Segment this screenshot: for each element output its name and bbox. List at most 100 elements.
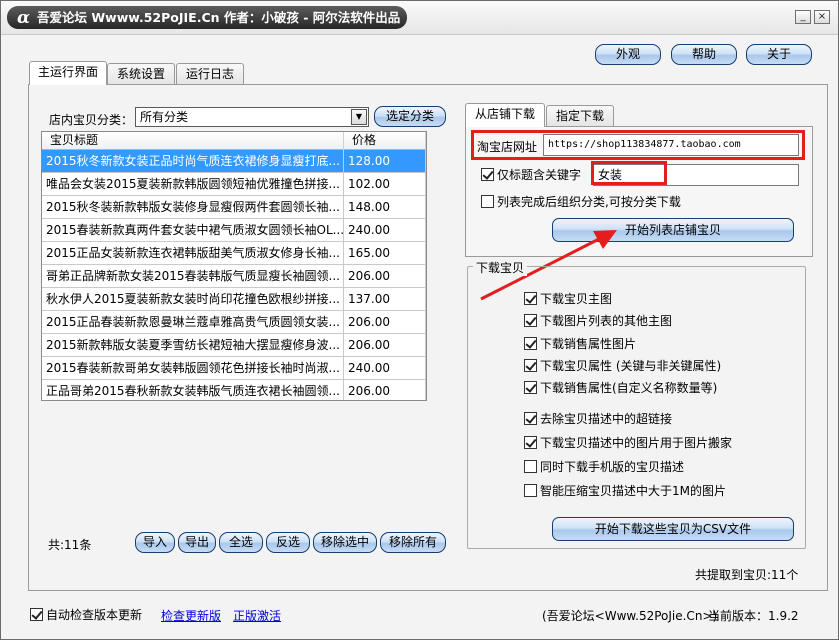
chevron-down-icon[interactable]: ▼	[351, 109, 367, 125]
title-bar: α 吾爱论坛 Wwww.52PoJIE.Cn 作者：小破孩 - 阿尔法软件出品 …	[1, 1, 838, 35]
help-button[interactable]: 帮助	[671, 44, 737, 65]
download-option-checkbox[interactable]	[524, 460, 537, 473]
row-title: 2015秋冬装新款韩版女装修身显瘦假两件套圆领长袖...	[42, 196, 344, 218]
auto-check-update-checkbox[interactable]: 自动检查版本更新	[30, 607, 142, 623]
download-option-label: 下载宝贝主图	[540, 292, 613, 306]
download-option-checkbox[interactable]	[524, 359, 537, 372]
category-label: 店内宝贝分类：	[49, 113, 134, 127]
window-title: α 吾爱论坛 Wwww.52PoJIE.Cn 作者：小破孩 - 阿尔法软件出品	[7, 6, 407, 29]
download-group-title: 下载宝贝	[473, 259, 528, 276]
tab-settings[interactable]: 系统设置	[107, 63, 175, 85]
download-option-label: 下载图片列表的其他主图	[540, 314, 673, 328]
remove-selected-button[interactable]: 移除选中	[313, 532, 377, 553]
download-option-label: 下载销售属性图片	[540, 337, 637, 351]
download-option[interactable]: 下载销售属性图片	[524, 336, 636, 352]
tab-log[interactable]: 运行日志	[176, 63, 244, 85]
download-option-checkbox[interactable]	[524, 314, 537, 327]
download-option[interactable]: 下载宝贝主图	[524, 291, 612, 307]
import-button[interactable]: 导入	[135, 532, 175, 553]
export-button[interactable]: 导出	[178, 532, 216, 553]
tab-specified-download[interactable]: 指定下载	[546, 105, 614, 127]
keyword-filter-checkbox[interactable]: 仅标题含关键字	[481, 167, 581, 183]
row-price: 206.00	[344, 311, 426, 333]
download-option[interactable]: 下载图片列表的其他主图	[524, 313, 672, 329]
download-option-checkbox[interactable]	[524, 412, 537, 425]
column-header-title[interactable]: 宝贝标题	[42, 132, 344, 150]
row-title: 唯品会女装2015夏装新款韩版圆领短袖优雅撞色拼接...	[42, 173, 344, 195]
about-button[interactable]: 关于	[746, 44, 812, 65]
category-select[interactable]: 所有分类 ▼	[135, 107, 369, 127]
keyword-filter-label: 仅标题含关键字	[497, 168, 582, 182]
table-row[interactable]: 正品哥弟2015春秋新款女装韩版气质连衣裙长袖圆领... 206.00	[42, 380, 426, 400]
download-option[interactable]: 下载宝贝属性 (关键与非关键属性)	[524, 358, 721, 374]
row-price: 128.00	[344, 150, 426, 172]
table-row[interactable]: 2015春装新款哥弟女装韩版圆领花色拼接长袖时尚淑... 240.00	[42, 357, 426, 380]
row-price: 206.00	[344, 380, 426, 400]
appearance-button[interactable]: 外观	[595, 44, 661, 65]
group-by-category-checkbox[interactable]: 列表完成后组织分类,可按分类下载	[481, 194, 681, 210]
window-title-text: 吾爱论坛 Wwww.52PoJIE.Cn 作者：小破孩 - 阿尔法软件出品	[37, 10, 401, 25]
download-option[interactable]: 同时下载手机版的宝贝描述	[524, 459, 684, 475]
row-title: 2015正品女装新款连衣裙韩版甜美气质淑女修身长袖...	[42, 242, 344, 264]
table-row[interactable]: 2015春装新款真两件套女装中裙气质淑女圆领长袖OL... 240.00	[42, 219, 426, 242]
shop-url-label: 淘宝店网址	[477, 140, 538, 154]
activate-link[interactable]: 正版激活	[233, 607, 281, 624]
table-row[interactable]: 2015正品春装新款恩曼琳兰蔻卓雅高贵气质圆领女装... 206.00	[42, 311, 426, 334]
version-label: 当前版本：1.9.2	[708, 609, 799, 623]
select-all-button[interactable]: 全选	[219, 532, 263, 553]
remove-all-button[interactable]: 移除所有	[380, 532, 446, 553]
download-option-checkbox[interactable]	[524, 337, 537, 350]
row-price: 240.00	[344, 357, 426, 379]
row-title: 2015春装新款真两件套女装中裙气质淑女圆领长袖OL...	[42, 219, 344, 241]
tab-main[interactable]: 主运行界面	[29, 61, 107, 85]
extracted-count: 共提取到宝贝:11个	[695, 568, 799, 582]
minimize-button[interactable]: _	[795, 10, 811, 24]
download-option[interactable]: 下载销售属性(自定义名称数量等)	[524, 380, 717, 396]
download-option-checkbox[interactable]	[524, 292, 537, 305]
table-row[interactable]: 2015秋冬新款女装正品时尚气质连衣裙修身显瘦打底... 128.00	[42, 150, 426, 173]
row-title: 正品哥弟2015春秋新款女装韩版气质连衣裙长袖圆领...	[42, 380, 344, 400]
table-row[interactable]: 秋水伊人2015夏装新款女装时尚印花撞色欧根纱拼接... 137.00	[42, 288, 426, 311]
check-update-link[interactable]: 检查更新版	[161, 607, 221, 624]
column-header-price[interactable]: 价格	[344, 132, 426, 150]
row-price: 102.00	[344, 173, 426, 195]
row-title: 2015正品春装新款恩曼琳兰蔻卓雅高贵气质圆领女装...	[42, 311, 344, 333]
item-list[interactable]: 宝贝标题 价格 2015秋冬新款女装正品时尚气质连衣裙修身显瘦打底... 128.…	[41, 131, 427, 401]
keyword-input[interactable]: 女装	[593, 164, 799, 186]
download-option-label: 同时下载手机版的宝贝描述	[540, 460, 685, 474]
download-option-checkbox[interactable]	[524, 436, 537, 449]
site-credit: (吾爱论坛<Www.52PoJie.Cn>)	[542, 609, 718, 623]
group-by-category-label: 列表完成后组织分类,可按分类下载	[497, 195, 681, 209]
download-option-checkbox[interactable]	[524, 381, 537, 394]
download-option-checkbox[interactable]	[524, 484, 537, 497]
download-option-label: 下载宝贝描述中的图片用于图片搬家	[540, 436, 733, 450]
keyword-checkbox-box[interactable]	[481, 168, 494, 181]
download-option[interactable]: 智能压缩宝贝描述中大于1M的图片	[524, 483, 726, 499]
invert-selection-button[interactable]: 反选	[266, 532, 310, 553]
row-price: 165.00	[344, 242, 426, 264]
group-checkbox-box[interactable]	[481, 195, 494, 208]
auto-check-update-label: 自动检查版本更新	[46, 608, 143, 622]
table-row[interactable]: 2015秋冬装新款韩版女装修身显瘦假两件套圆领长袖... 148.00	[42, 196, 426, 219]
download-option-label: 下载销售属性(自定义名称数量等)	[540, 381, 718, 395]
table-row[interactable]: 2015新款韩版女装夏季雪纺长裙短袖大摆显瘦修身波... 206.00	[42, 334, 426, 357]
tab-download-from-shop[interactable]: 从店铺下载	[465, 103, 545, 127]
download-group	[467, 266, 806, 549]
auto-check-checkbox-box[interactable]	[30, 608, 43, 621]
alpha-logo-icon: α	[17, 8, 31, 28]
row-price: 206.00	[344, 265, 426, 287]
close-button[interactable]: ×	[814, 10, 830, 24]
select-category-button[interactable]: 选定分类	[374, 106, 446, 127]
table-row[interactable]: 哥弟正品牌新款女装2015春装韩版气质显瘦长袖圆领... 206.00	[42, 265, 426, 288]
download-option[interactable]: 下载宝贝描述中的图片用于图片搬家	[524, 435, 732, 451]
start-download-csv-button[interactable]: 开始下载这些宝贝为CSV文件	[552, 517, 794, 541]
total-count: 共:11条	[48, 538, 92, 552]
table-row[interactable]: 2015正品女装新款连衣裙韩版甜美气质淑女修身长袖... 165.00	[42, 242, 426, 265]
main-window: α 吾爱论坛 Wwww.52PoJIE.Cn 作者：小破孩 - 阿尔法软件出品 …	[0, 0, 839, 640]
table-row[interactable]: 唯品会女装2015夏装新款韩版圆领短袖优雅撞色拼接... 102.00	[42, 173, 426, 196]
row-title: 哥弟正品牌新款女装2015春装韩版气质显瘦长袖圆领...	[42, 265, 344, 287]
row-price: 137.00	[344, 288, 426, 310]
row-title: 2015新款韩版女装夏季雪纺长裙短袖大摆显瘦修身波...	[42, 334, 344, 356]
shop-url-input[interactable]: https://shop113834877.taobao.com	[543, 134, 799, 156]
download-option[interactable]: 去除宝贝描述中的超链接	[524, 411, 672, 427]
